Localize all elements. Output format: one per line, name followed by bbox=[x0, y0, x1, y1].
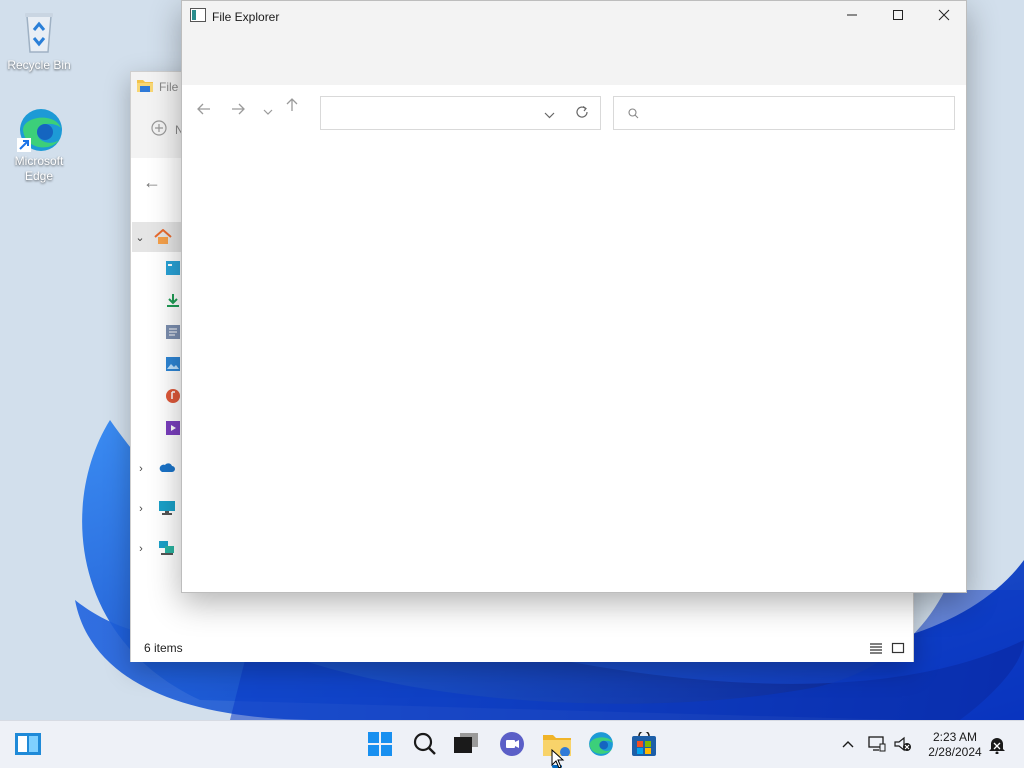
start-icon bbox=[368, 731, 392, 759]
store-icon bbox=[632, 729, 656, 759]
volume-button[interactable] bbox=[894, 736, 912, 755]
nav-item-documents[interactable] bbox=[133, 318, 181, 348]
minimize-icon bbox=[846, 9, 858, 24]
volume-muted-icon bbox=[894, 736, 912, 755]
refresh-icon[interactable] bbox=[575, 105, 589, 122]
widgets-button[interactable] bbox=[12, 729, 44, 761]
network-monitor-icon bbox=[868, 736, 886, 755]
download-icon bbox=[166, 293, 181, 309]
arrow-left-icon bbox=[197, 102, 211, 120]
recycle-bin-label: Recycle Bin bbox=[7, 58, 71, 72]
search-box[interactable] bbox=[613, 96, 955, 130]
chevron-right-icon[interactable]: › bbox=[133, 463, 149, 475]
chevron-down-icon[interactable]: ⌄ bbox=[132, 231, 148, 244]
desktop-folder-icon bbox=[166, 261, 181, 277]
large-icons-view-icon[interactable] bbox=[891, 641, 905, 658]
start-button[interactable] bbox=[364, 729, 396, 761]
search-input[interactable] bbox=[648, 103, 938, 123]
store-taskbar-button[interactable] bbox=[628, 729, 660, 761]
nav-item-music[interactable] bbox=[133, 382, 181, 412]
folder-icon bbox=[137, 78, 153, 95]
clock-date: 2/28/2024 bbox=[928, 745, 982, 759]
file-explorer-window[interactable]: File Explorer bbox=[181, 0, 967, 593]
new-button[interactable]: N bbox=[151, 120, 184, 139]
recycle-bin-icon bbox=[15, 8, 63, 56]
app-window-icon bbox=[190, 8, 206, 25]
close-icon bbox=[938, 9, 950, 24]
maximize-button[interactable] bbox=[875, 1, 921, 31]
chevron-down-icon bbox=[263, 102, 273, 120]
edge-icon bbox=[588, 731, 614, 760]
chevron-right-icon[interactable]: › bbox=[133, 543, 149, 555]
nav-item-onedrive[interactable]: › bbox=[133, 454, 181, 484]
search-icon bbox=[628, 108, 639, 122]
mouse-cursor-icon bbox=[551, 748, 565, 768]
item-count: 6 items bbox=[144, 641, 183, 655]
nav-item-home[interactable]: ⌄ bbox=[132, 222, 182, 252]
document-icon bbox=[166, 325, 181, 341]
nav-item-network[interactable]: › bbox=[133, 534, 181, 564]
nav-item-videos[interactable] bbox=[133, 414, 181, 444]
task-view-button[interactable] bbox=[450, 729, 482, 761]
chevron-up-icon bbox=[842, 737, 854, 751]
recent-locations-button[interactable] bbox=[256, 99, 280, 123]
edge-icon bbox=[15, 104, 63, 152]
edge-desktop-icon[interactable]: Microsoft Edge bbox=[1, 104, 77, 184]
search-button[interactable] bbox=[409, 729, 441, 761]
back-button[interactable] bbox=[192, 99, 216, 123]
search-icon bbox=[413, 732, 437, 759]
content-area bbox=[182, 139, 966, 592]
widgets-icon bbox=[15, 732, 41, 758]
minimize-button[interactable] bbox=[829, 1, 875, 31]
nav-item-downloads[interactable] bbox=[133, 286, 181, 316]
forward-button[interactable] bbox=[226, 99, 250, 123]
clock[interactable]: 2:23 AM 2/28/2024 bbox=[920, 730, 990, 760]
details-view-icon[interactable] bbox=[869, 641, 883, 658]
arrow-up-icon bbox=[286, 97, 298, 117]
titlebar[interactable]: File Explorer bbox=[182, 1, 966, 85]
this-pc-icon bbox=[159, 501, 175, 517]
taskbar: 2:23 AM 2/28/2024 bbox=[0, 720, 1024, 768]
network-status-button[interactable] bbox=[868, 736, 886, 755]
up-button[interactable] bbox=[280, 95, 304, 119]
close-button[interactable] bbox=[921, 1, 967, 31]
nav-item-pictures[interactable] bbox=[133, 350, 181, 380]
picture-icon bbox=[166, 357, 181, 373]
music-icon bbox=[166, 389, 181, 405]
network-icon bbox=[159, 541, 175, 557]
clock-time: 2:23 AM bbox=[932, 730, 978, 744]
window-title: File Explorer bbox=[212, 9, 280, 24]
notification-button[interactable] bbox=[988, 736, 1006, 757]
address-toolbar bbox=[182, 85, 966, 139]
edge-taskbar-button[interactable] bbox=[585, 729, 617, 761]
home-icon bbox=[154, 228, 172, 245]
back-arrow-icon[interactable]: ← bbox=[143, 172, 161, 193]
address-input[interactable] bbox=[329, 103, 529, 123]
arrow-right-icon bbox=[231, 102, 245, 120]
maximize-icon bbox=[892, 9, 904, 24]
show-hidden-icons-button[interactable] bbox=[842, 737, 854, 751]
video-icon bbox=[166, 421, 181, 437]
onedrive-icon bbox=[159, 461, 175, 477]
nav-item-this-pc[interactable]: › bbox=[133, 494, 181, 524]
plus-circle-icon bbox=[151, 120, 167, 139]
recycle-bin-desktop-icon[interactable]: Recycle Bin bbox=[1, 8, 77, 73]
chevron-right-icon[interactable]: › bbox=[133, 503, 149, 515]
address-history-chevron-icon[interactable] bbox=[544, 108, 555, 122]
nav-item-desktop[interactable] bbox=[133, 254, 181, 284]
address-bar[interactable] bbox=[320, 96, 601, 130]
task-view-icon bbox=[454, 732, 478, 758]
window-title-area: File Explorer bbox=[190, 8, 279, 25]
chat-icon bbox=[499, 731, 525, 760]
notification-icon bbox=[988, 738, 1006, 757]
status-bar: 6 items bbox=[131, 635, 913, 661]
chat-button[interactable] bbox=[496, 729, 528, 761]
edge-label: Microsoft Edge bbox=[14, 154, 64, 183]
